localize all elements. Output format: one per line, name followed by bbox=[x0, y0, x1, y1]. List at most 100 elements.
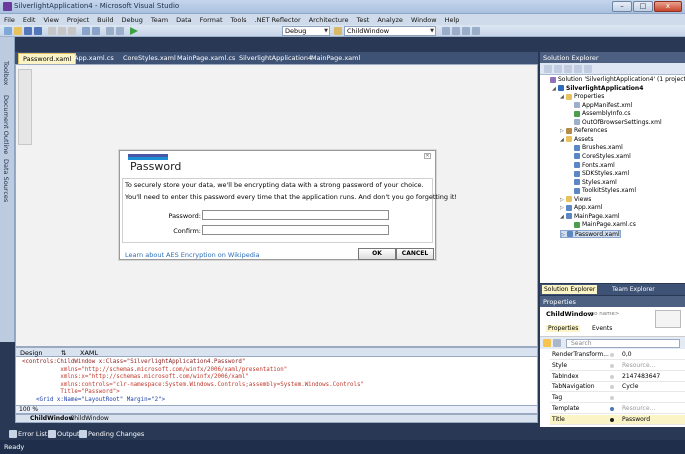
xaml-code-line[interactable]: <Grid x:Name="LayoutRoot" Margin="2"> bbox=[22, 397, 165, 403]
menu-item[interactable]: Project bbox=[67, 16, 89, 24]
menu-item[interactable]: Help bbox=[445, 16, 460, 24]
xaml-code-line[interactable]: xmlns:x="http://schemas.microsoft.com/wi… bbox=[22, 374, 248, 380]
tree-item[interactable]: ◢ Properties bbox=[560, 93, 604, 101]
tab-properties[interactable]: Properties bbox=[546, 325, 581, 332]
object-browser-icon[interactable] bbox=[462, 27, 470, 35]
property-row[interactable]: Template Resource... bbox=[550, 404, 685, 414]
menu-item[interactable]: Edit bbox=[23, 16, 36, 24]
data-sources-tab[interactable]: Data Sources bbox=[2, 159, 10, 202]
ok-button[interactable]: OK bbox=[358, 248, 396, 260]
property-row[interactable]: TabIndex 2147483647 bbox=[550, 372, 685, 382]
property-marker-icon[interactable] bbox=[610, 374, 614, 379]
property-value[interactable]: Resource... bbox=[622, 361, 655, 370]
property-value[interactable]: Cycle bbox=[622, 382, 638, 391]
tree-item[interactable]: Fonts.xaml bbox=[568, 162, 615, 170]
confirm-field[interactable] bbox=[202, 225, 389, 235]
menu-item[interactable]: Test bbox=[357, 16, 370, 24]
zoom-level[interactable]: 100 % bbox=[19, 406, 38, 413]
redo-icon[interactable] bbox=[92, 27, 100, 35]
xaml-code-line[interactable]: Title="Password"> bbox=[22, 389, 119, 395]
close-button[interactable]: x bbox=[654, 1, 682, 12]
tree-item[interactable]: Brushes.xaml bbox=[568, 144, 623, 152]
tree-item[interactable]: ◢ Assets bbox=[560, 136, 594, 144]
start-debugging-icon[interactable] bbox=[130, 27, 138, 35]
breadcrumb-root[interactable]: ChildWindow bbox=[30, 415, 74, 422]
find-in-files-icon[interactable] bbox=[334, 27, 342, 35]
tab-design[interactable]: Design bbox=[20, 349, 42, 357]
bottom-tab[interactable]: Error List bbox=[18, 430, 47, 438]
menu-item[interactable]: Data bbox=[176, 16, 192, 24]
xaml-code-line[interactable]: xmlns="http://schemas.microsoft.com/winf… bbox=[22, 367, 287, 373]
document-tab[interactable]: MainPage.xaml.cs bbox=[173, 53, 239, 64]
view-designer-icon[interactable] bbox=[584, 65, 592, 73]
menu-item[interactable]: Tools bbox=[231, 16, 247, 24]
menu-item[interactable]: Build bbox=[97, 16, 113, 24]
tree-item[interactable]: ▷ Views bbox=[560, 196, 591, 204]
menu-item[interactable]: View bbox=[43, 16, 58, 24]
menu-item[interactable]: .NET Reflector bbox=[255, 16, 301, 24]
zoom-slider[interactable] bbox=[18, 69, 32, 145]
tab-team-explorer[interactable]: Team Explorer bbox=[610, 285, 657, 294]
property-row[interactable]: Title Password bbox=[550, 414, 685, 425]
save-all-icon[interactable] bbox=[34, 27, 42, 35]
bottom-tab[interactable]: Output bbox=[57, 430, 80, 438]
cancel-button[interactable]: CANCEL bbox=[396, 248, 434, 260]
navigate-back-icon[interactable] bbox=[106, 27, 114, 35]
menu-item[interactable]: Window bbox=[411, 16, 437, 24]
menu-item[interactable]: Analyze bbox=[377, 16, 403, 24]
xaml-code-line[interactable]: <controls:ChildWindow x:Class="Silverlig… bbox=[22, 359, 245, 365]
tree-item[interactable]: AppManifest.xml bbox=[568, 102, 632, 110]
property-value[interactable]: 2147483647 bbox=[622, 372, 660, 381]
document-tab[interactable]: SilverlightApplication4 bbox=[235, 53, 316, 64]
tree-item[interactable]: ▷ App.xaml bbox=[560, 204, 602, 212]
document-tab[interactable]: App.xaml.cs bbox=[70, 53, 118, 64]
property-marker-icon[interactable] bbox=[610, 396, 614, 401]
tree-item[interactable]: CoreStyles.xaml bbox=[568, 153, 631, 161]
toolbox-tab[interactable]: Toolbox bbox=[2, 61, 10, 85]
object-name[interactable]: <no name> bbox=[586, 311, 619, 317]
solution-config-select[interactable]: Debug ▼ bbox=[282, 26, 330, 36]
aes-info-link[interactable]: Learn about AES Encryption on Wikipedia bbox=[125, 251, 260, 259]
document-outline-tab[interactable]: Document Outline bbox=[2, 95, 10, 154]
property-value[interactable]: Password bbox=[622, 415, 650, 424]
copy-icon[interactable] bbox=[58, 27, 66, 35]
menu-item[interactable]: Format bbox=[200, 16, 223, 24]
property-value[interactable]: 0,0 bbox=[622, 350, 632, 359]
document-tab[interactable]: CoreStyles.xaml bbox=[119, 53, 180, 64]
tree-item[interactable]: SDKStyles.xaml bbox=[568, 170, 629, 178]
menu-item[interactable]: Debug bbox=[122, 16, 143, 24]
paste-icon[interactable] bbox=[68, 27, 76, 35]
minimize-button[interactable]: – bbox=[612, 1, 632, 12]
find-combo[interactable]: ChildWindow ▼ bbox=[344, 26, 436, 36]
properties-icon[interactable] bbox=[544, 65, 552, 73]
tree-item[interactable]: MainPage.xaml.cs bbox=[568, 221, 636, 229]
tree-item[interactable]: OutOfBrowserSettings.xml bbox=[568, 119, 662, 127]
undo-icon[interactable] bbox=[82, 27, 90, 35]
view-code-icon[interactable] bbox=[574, 65, 582, 73]
property-marker-icon[interactable] bbox=[610, 417, 614, 422]
close-icon[interactable]: ✕ bbox=[424, 153, 431, 159]
tab-events[interactable]: Events bbox=[592, 325, 612, 332]
show-all-files-icon[interactable] bbox=[554, 65, 562, 73]
property-row[interactable]: RenderTransform... 0,0 bbox=[550, 350, 685, 360]
save-icon[interactable] bbox=[24, 27, 32, 35]
toolbox-icon[interactable] bbox=[472, 27, 480, 35]
tree-item[interactable]: ◢ MainPage.xaml bbox=[560, 213, 620, 221]
tree-item[interactable]: ◢ SilverlightApplication4 bbox=[552, 85, 643, 93]
document-tab[interactable]: MainPage.xaml bbox=[307, 53, 364, 64]
menu-item[interactable]: Team bbox=[151, 16, 168, 24]
tab-xaml[interactable]: XAML bbox=[80, 349, 98, 357]
tree-item[interactable]: Styles.xaml bbox=[568, 179, 617, 187]
tree-item[interactable]: ▷ References bbox=[560, 127, 607, 135]
document-tab[interactable]: Password.xaml bbox=[18, 53, 77, 64]
property-marker-icon[interactable] bbox=[610, 353, 614, 357]
property-marker-icon[interactable] bbox=[610, 363, 614, 368]
refresh-icon[interactable] bbox=[564, 65, 572, 73]
navigate-forward-icon[interactable] bbox=[116, 27, 124, 35]
property-marker-icon[interactable] bbox=[610, 407, 614, 411]
cut-icon[interactable] bbox=[48, 27, 56, 35]
tab-solution-explorer[interactable]: Solution Explorer bbox=[542, 285, 598, 294]
property-marker-icon[interactable] bbox=[610, 385, 614, 390]
alphabetical-icon[interactable] bbox=[553, 339, 561, 347]
maximize-button[interactable]: □ bbox=[633, 1, 653, 12]
